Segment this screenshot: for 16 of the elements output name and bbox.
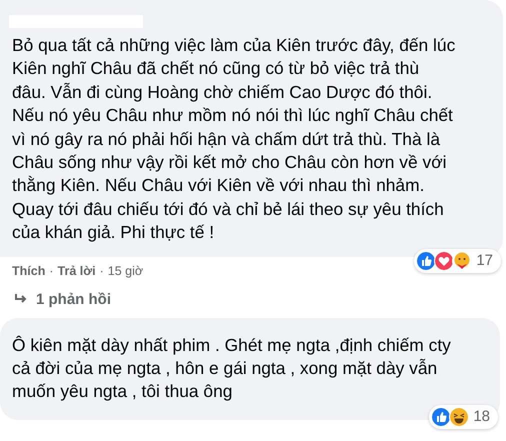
separator-dot: ·: [49, 264, 54, 278]
laughing-face-icon: [449, 406, 470, 427]
like-icon: [431, 406, 452, 427]
heart-icon: [434, 250, 454, 271]
comment-text: Bỏ qua tất cả những việc làm của Kiên trước đây, đến lúc Kiên nghĩ Châu đã chết nó cũng có từ bỏ việc trả thù đâu. Vẫn đi cùng Hoàng chờ chiếm Cao Dược đó thôi. Nếu nó yêu Châu như mồm nó nói thì lúc nghĩ Châu chết vì nó gây ra nó phải hối hận và chấm dứt trả thù. Thà là Châu sống như vậy rồi kết mở cho Châu còn hơn về với thằng Kiên. Nếu Châu với Kiên về với nhau thì nhảm. Quay tới đâu chiếu tới đó và chỉ bẻ lái theo sự yêu thích của khán giả. Phi thực tế !: [12, 34, 456, 244]
timestamp: 15 giờ: [108, 264, 144, 278]
like-link[interactable]: Thích: [12, 264, 46, 278]
view-replies-link[interactable]: 1 phản hồi: [36, 290, 111, 308]
comment-text: Ô kiên mặt dày nhất phim . Ghét mẹ ngta ,định chiếm cty cả đời của mẹ ngta , hôn e gái ngta , xong mặt dày vẫn muốn yêu ngta , tôi thua ông: [12, 334, 451, 404]
hugging-face-icon: [452, 250, 472, 271]
separator-dot: ·: [100, 264, 104, 278]
like-icon: [416, 250, 436, 271]
reply-arrow-icon: [14, 293, 28, 306]
reactions-pill[interactable]: 17: [414, 248, 501, 273]
reactions-pill[interactable]: 18: [429, 404, 498, 429]
reply-link[interactable]: Trả lời: [58, 264, 96, 278]
